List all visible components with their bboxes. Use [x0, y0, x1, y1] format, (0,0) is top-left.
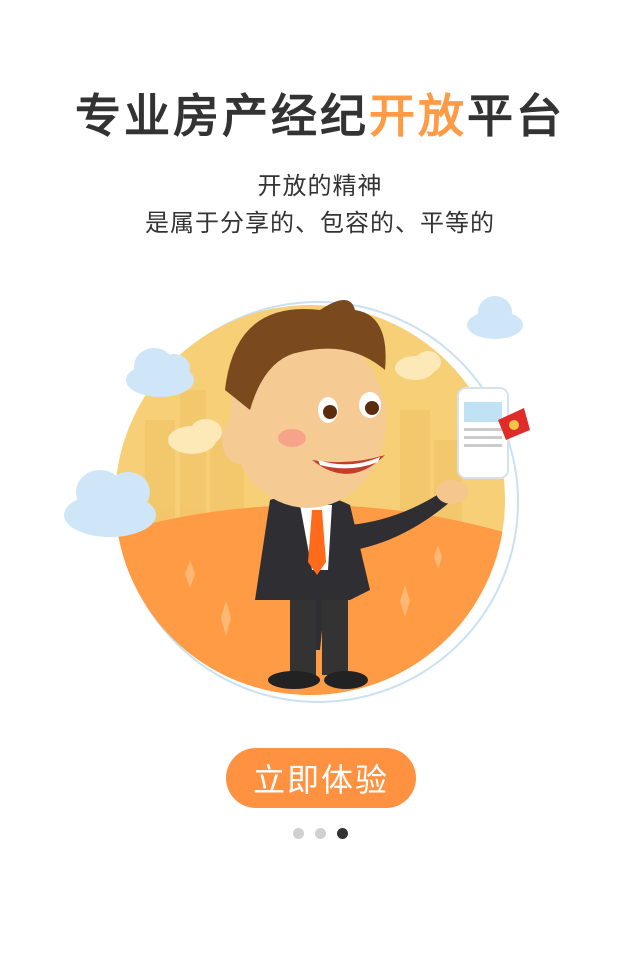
page-title: 专业房产经纪开放平台: [0, 88, 640, 144]
pagination-dots: [0, 828, 640, 839]
title-suffix: 平台: [467, 89, 565, 143]
subtitle-line-2: 是属于分享的、包容的、平等的: [145, 209, 495, 237]
title-highlight: 开放: [369, 89, 467, 143]
pagination-dot[interactable]: [336, 828, 348, 839]
pagination-dot[interactable]: [292, 828, 304, 839]
agent-with-phone-illustration: [64, 296, 530, 703]
subtitle-line-1: 开放的精神: [257, 172, 383, 200]
phone-icon: [457, 387, 509, 479]
start-experience-button[interactable]: 立即体验: [226, 748, 416, 808]
title-prefix: 专业房产经纪: [75, 89, 369, 143]
pagination-dot[interactable]: [314, 828, 326, 839]
